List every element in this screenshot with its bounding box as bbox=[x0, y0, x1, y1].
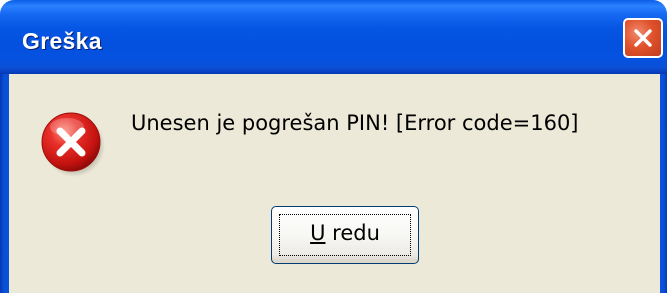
window-frame-left bbox=[0, 74, 9, 293]
ok-button[interactable]: U redu bbox=[271, 206, 419, 264]
error-message: Unesen je pogrešan PIN! [Error code=160] bbox=[131, 111, 579, 135]
title-bar[interactable]: Greška bbox=[0, 0, 667, 74]
error-dialog-window: Greška Unesen je pogrešan PIN! [Error co… bbox=[0, 0, 667, 293]
window-frame-right bbox=[660, 74, 667, 293]
ok-button-label-rest: redu bbox=[325, 221, 380, 245]
window-title: Greška bbox=[22, 28, 102, 54]
close-button[interactable] bbox=[623, 18, 663, 58]
ok-button-mnemonic: U bbox=[310, 221, 326, 245]
dialog-body: Unesen je pogrešan PIN! [Error code=160]… bbox=[9, 74, 660, 293]
error-icon bbox=[41, 112, 105, 177]
close-icon bbox=[634, 29, 652, 47]
ok-button-label: U redu bbox=[272, 221, 418, 245]
